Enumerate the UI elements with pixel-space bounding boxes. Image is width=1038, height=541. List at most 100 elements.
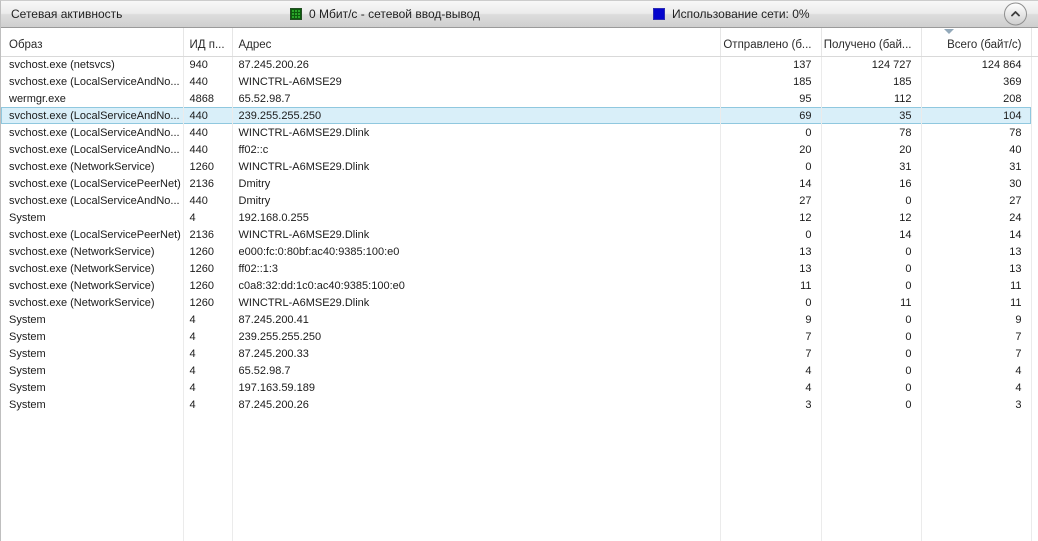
cell-address: 65.52.98.7	[232, 90, 721, 107]
column-header-pid[interactable]: ИД п...	[183, 28, 233, 57]
cell-total: 11	[921, 294, 1032, 311]
table-row[interactable]: svchost.exe (NetworkService) 1260 c0a8:32:…	[1, 277, 1038, 294]
table-row[interactable]: System 4 87.245.200.41 9 0 9	[1, 311, 1038, 328]
cell-image: svchost.exe (LocalServicePeerNet)	[1, 226, 184, 243]
cell-address: ff02::c	[232, 141, 721, 158]
cell-sent: 3	[720, 396, 822, 413]
filler-cell	[821, 413, 922, 541]
cell-image: svchost.exe (LocalServiceAndNo...	[1, 107, 184, 124]
section-title-bar[interactable]: Сетевая активность 0 Мбит/с - сетевой вв…	[1, 1, 1038, 28]
filler-cell	[183, 413, 233, 541]
row-filler	[1031, 107, 1038, 124]
cell-sent: 0	[720, 226, 822, 243]
table-row[interactable]: svchost.exe (LocalServicePeerNet) 2136 Dmi…	[1, 175, 1038, 192]
cell-address: 239.255.255.250	[232, 328, 721, 345]
cell-total: 14	[921, 226, 1032, 243]
row-filler	[1031, 175, 1038, 192]
cell-total: 124 864	[921, 56, 1032, 73]
column-header-total[interactable]: Всего (байт/с)	[921, 28, 1032, 57]
cell-received: 0	[821, 379, 922, 396]
cell-image: svchost.exe (LocalServiceAndNo...	[1, 73, 184, 90]
table-row[interactable]: svchost.exe (NetworkService) 1260 e000:fc:…	[1, 243, 1038, 260]
table-row[interactable]: svchost.exe (LocalServicePeerNet) 2136 WIN…	[1, 226, 1038, 243]
cell-sent: 13	[720, 243, 822, 260]
cell-sent: 4	[720, 379, 822, 396]
cell-image: svchost.exe (NetworkService)	[1, 277, 184, 294]
row-filler	[1031, 56, 1038, 73]
row-filler	[1031, 192, 1038, 209]
table-row[interactable]: wermgr.exe 4868 65.52.98.7 95 112 208	[1, 90, 1038, 107]
table-row[interactable]: svchost.exe (NetworkService) 1260 WINCTRL-…	[1, 158, 1038, 175]
table-row[interactable]: svchost.exe (NetworkService) 1260 WINCTRL-…	[1, 294, 1038, 311]
cell-received: 0	[821, 260, 922, 277]
table-row[interactable]: svchost.exe (LocalServiceAndNo... 440 Dmit…	[1, 192, 1038, 209]
row-filler	[1031, 311, 1038, 328]
cell-total: 4	[921, 379, 1032, 396]
cell-image: System	[1, 345, 184, 362]
cell-sent: 20	[720, 141, 822, 158]
network-activity-table: Образ ИД п... Адрес Отправлено (б... Получен…	[1, 28, 1038, 541]
network-io-legend-swatch-icon	[290, 8, 302, 20]
row-filler	[1031, 328, 1038, 345]
table-row[interactable]: System 4 197.163.59.189 4 0 4	[1, 379, 1038, 396]
cell-address: WINCTRL-A6MSE29	[232, 73, 721, 90]
cell-address: 239.255.255.250	[232, 107, 721, 124]
cell-address: 87.245.200.33	[232, 345, 721, 362]
cell-image: wermgr.exe	[1, 90, 184, 107]
row-filler	[1031, 226, 1038, 243]
cell-total: 27	[921, 192, 1032, 209]
column-header-sent[interactable]: Отправлено (б...	[720, 28, 822, 57]
cell-pid: 1260	[183, 277, 233, 294]
cell-image: System	[1, 209, 184, 226]
cell-sent: 7	[720, 345, 822, 362]
cell-received: 12	[821, 209, 922, 226]
cell-received: 0	[821, 277, 922, 294]
table-row[interactable]: svchost.exe (LocalServiceAndNo... 440 WINC…	[1, 124, 1038, 141]
row-filler	[1031, 73, 1038, 90]
cell-image: svchost.exe (NetworkService)	[1, 260, 184, 277]
table-row[interactable]: svchost.exe (LocalServiceAndNo... 440 ff02…	[1, 141, 1038, 158]
cell-pid: 1260	[183, 294, 233, 311]
row-filler	[1031, 379, 1038, 396]
cell-total: 3	[921, 396, 1032, 413]
cell-sent: 0	[720, 294, 822, 311]
header-row: Образ ИД п... Адрес Отправлено (б... Получен…	[1, 28, 1038, 57]
cell-image: System	[1, 362, 184, 379]
column-header-address[interactable]: Адрес	[232, 28, 721, 57]
cell-received: 185	[821, 73, 922, 90]
cell-received: 0	[821, 362, 922, 379]
cell-image: svchost.exe (LocalServiceAndNo...	[1, 124, 184, 141]
filler-cell	[720, 413, 822, 541]
table-row[interactable]: System 4 87.245.200.33 7 0 7	[1, 345, 1038, 362]
cell-received: 0	[821, 192, 922, 209]
filler-cell	[232, 413, 721, 541]
cell-total: 9	[921, 311, 1032, 328]
table-row[interactable]: System 4 65.52.98.7 4 0 4	[1, 362, 1038, 379]
cell-sent: 11	[720, 277, 822, 294]
cell-pid: 4	[183, 328, 233, 345]
row-filler	[1031, 158, 1038, 175]
table-row[interactable]: svchost.exe (NetworkService) 1260 ff02::1:…	[1, 260, 1038, 277]
cell-sent: 185	[720, 73, 822, 90]
column-header-image[interactable]: Образ	[1, 28, 184, 57]
table-row[interactable]: System 4 239.255.255.250 7 0 7	[1, 328, 1038, 345]
network-usage-legend-label: Использование сети: 0%	[672, 7, 810, 21]
row-filler	[1031, 124, 1038, 141]
cell-total: 13	[921, 260, 1032, 277]
sort-descending-icon	[943, 29, 954, 34]
table-row[interactable]: System 4 192.168.0.255 12 12 24	[1, 209, 1038, 226]
cell-sent: 12	[720, 209, 822, 226]
filler-cell	[1031, 413, 1038, 541]
row-filler	[1031, 362, 1038, 379]
panel-title: Сетевая активность	[11, 7, 123, 21]
table-row[interactable]: svchost.exe (LocalServiceAndNo... 440 239.…	[1, 107, 1038, 124]
cell-image: System	[1, 328, 184, 345]
table-row[interactable]: svchost.exe (LocalServiceAndNo... 440 WINC…	[1, 73, 1038, 90]
table-row[interactable]: svchost.exe (netsvcs) 940 87.245.200.26 137…	[1, 56, 1038, 73]
column-header-received[interactable]: Получено (бай...	[821, 28, 922, 57]
cell-received: 11	[821, 294, 922, 311]
table-row[interactable]: System 4 87.245.200.26 3 0 3	[1, 396, 1038, 413]
collapse-section-button[interactable]	[1004, 2, 1027, 26]
cell-address: 87.245.200.26	[232, 56, 721, 73]
cell-image: svchost.exe (NetworkService)	[1, 158, 184, 175]
